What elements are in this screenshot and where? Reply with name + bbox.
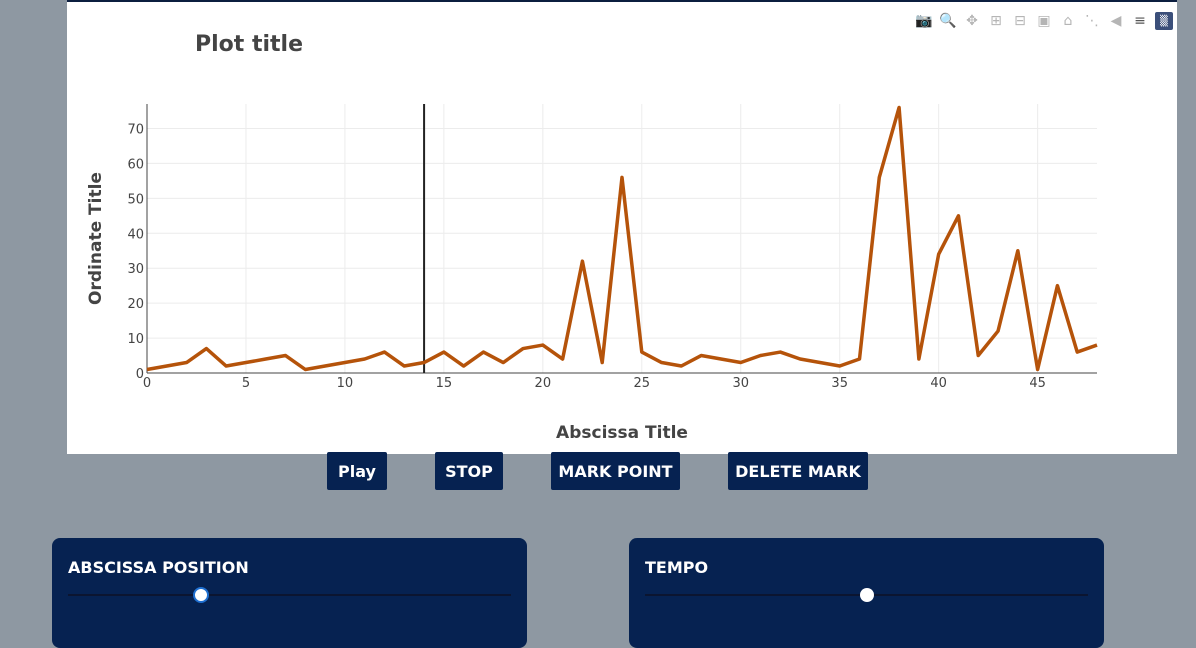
abscissa-slider-thumb[interactable]	[192, 587, 209, 603]
autoscale-icon[interactable]: ▣	[1035, 12, 1053, 30]
tempo-label: TEMPO	[645, 558, 709, 577]
y-tick-label: 20	[127, 297, 144, 312]
spike-icon[interactable]: ⋱	[1083, 12, 1101, 30]
x-axis-title: Abscissa Title	[556, 423, 688, 443]
y-tick-label: 30	[127, 262, 144, 277]
x-tick-label: 45	[1029, 376, 1046, 391]
y-axis-title: Ordinate Title	[86, 172, 106, 305]
stop-button[interactable]: STOP	[435, 452, 503, 490]
abscissa-slider-track[interactable]	[68, 594, 511, 596]
zoom-in-icon[interactable]: ⊞	[987, 12, 1005, 30]
y-tick-label: 70	[127, 122, 144, 137]
x-tick-label: 35	[831, 376, 848, 391]
y-tick-label: 10	[127, 332, 144, 347]
zoom-icon[interactable]: 🔍	[939, 12, 957, 30]
hover-compare-icon[interactable]: ≡	[1131, 12, 1149, 30]
series-line	[146, 105, 1098, 372]
hover-closest-icon[interactable]: ◀	[1107, 12, 1125, 30]
x-tick-label: 0	[143, 376, 151, 391]
line-chart[interactable]: 0 5 10 15 20 25 30 35 40 45 0 10 20 30 40 50 60 70 Absciss…	[67, 2, 1177, 454]
y-tick-label: 0	[136, 367, 144, 382]
tempo-slider-thumb[interactable]	[859, 588, 874, 602]
x-tick-label: 30	[732, 376, 749, 391]
abscissa-position-label: ABSCISSA POSITION	[68, 558, 249, 577]
y-tick-label: 50	[127, 192, 144, 207]
pan-icon[interactable]: ✥	[963, 12, 981, 30]
x-tick-label: 40	[930, 376, 947, 391]
x-tick-label: 10	[337, 376, 354, 391]
y-tick-label: 40	[127, 227, 144, 242]
tempo-panel: TEMPO	[629, 538, 1104, 648]
plot-title: Plot title	[195, 32, 303, 57]
delete-mark-button[interactable]: DELETE MARK	[728, 452, 868, 490]
x-tick-label: 20	[535, 376, 552, 391]
zoom-out-icon[interactable]: ⊟	[1011, 12, 1029, 30]
modebar: 📷 🔍 ✥ ⊞ ⊟ ▣ ⌂ ⋱ ◀ ≡ ▒	[915, 12, 1173, 30]
x-tick-label: 25	[634, 376, 651, 391]
plotly-logo-icon[interactable]: ▒	[1155, 12, 1173, 30]
x-tick-label: 5	[242, 376, 250, 391]
x-tick-label: 15	[436, 376, 453, 391]
camera-icon[interactable]: 📷	[915, 12, 933, 30]
plot-card: 0 5 10 15 20 25 30 35 40 45 0 10 20 30 40 50 60 70 Absciss…	[67, 0, 1177, 454]
play-button[interactable]: Play	[327, 452, 387, 490]
y-tick-label: 60	[127, 157, 144, 172]
abscissa-position-panel: ABSCISSA POSITION	[52, 538, 527, 648]
mark-point-button[interactable]: MARK POINT	[551, 452, 680, 490]
home-icon[interactable]: ⌂	[1059, 12, 1077, 30]
